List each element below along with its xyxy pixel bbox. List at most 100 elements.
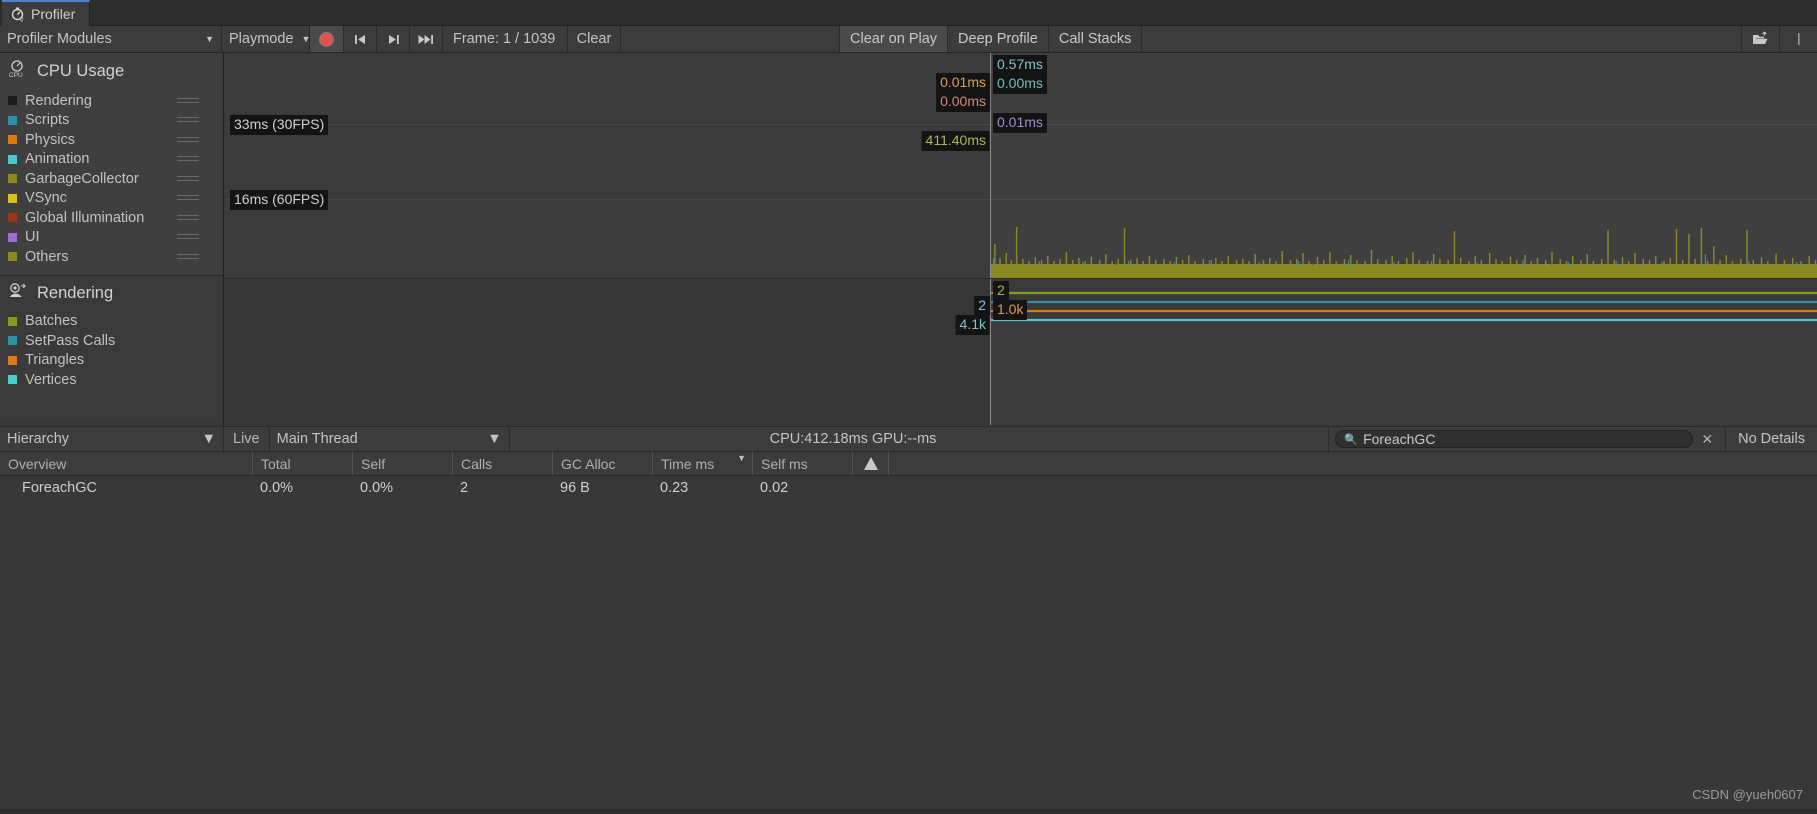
next-frame-button[interactable] [377,26,410,52]
color-swatch [8,115,17,125]
cell-name: ForeachGC [22,480,97,496]
tab-strip: Q Profiler [0,0,1817,26]
cell-time-ms: 0.23 [660,480,689,496]
color-swatch [8,316,17,326]
counter-animation[interactable]: Animation [0,150,223,170]
close-icon[interactable]: ✕ [1701,431,1713,448]
hierarchy-toolbar: Hierarchy ▼ Live Main Thread ▼ CPU:412.1… [0,426,1817,452]
hierarchy-table: Overview Total Self Calls GC Alloc Time … [0,452,1817,814]
counter-global-illumination[interactable]: Global Illumination [0,208,223,228]
column-header-self[interactable]: Self [352,452,452,475]
column-header-total[interactable]: Total [252,452,352,475]
counter-rendering[interactable]: Rendering [0,91,223,111]
counter-garbagecollector[interactable]: GarbageCollector [0,169,223,189]
table-row[interactable]: ForeachGC 0.0% 0.0% 2 96 B 0.23 0.02 [0,476,1817,500]
color-swatch [8,375,17,385]
cell-gc-alloc: 96 B [560,480,590,496]
record-button[interactable] [310,26,344,52]
svg-text:Q: Q [20,17,24,22]
drag-handle-icon[interactable] [177,136,199,143]
color-swatch [8,193,17,203]
column-header-calls[interactable]: Calls [452,452,552,475]
record-icon [319,31,334,47]
column-header-overview[interactable]: Overview [0,452,252,475]
counter-batches[interactable]: Batches [0,312,223,332]
cell-total: 0.0% [260,480,294,496]
details-panel-label[interactable]: No Details [1725,427,1817,451]
counter-label: Vertices [25,371,77,388]
toolbar-menu-button[interactable] [1779,26,1817,52]
live-toggle[interactable]: Live [224,427,270,451]
column-header-time-ms-label: Time ms [661,455,715,472]
rendering-chart[interactable]: 2 4.1k 2 1.0k [225,279,1817,425]
counter-scripts[interactable]: Scripts [0,111,223,131]
module-section-rendering[interactable]: Rendering Batches SetPass Calls Triangle… [0,274,223,421]
first-frame-button[interactable] [344,26,377,52]
hierarchy-toolbar-spacer: CPU:412.18ms GPU:--ms [510,427,1329,451]
render-left-value-setpass: 2 [974,296,990,316]
chevron-down-icon: ▼ [205,33,214,44]
module-header-rendering: Rendering [0,276,223,312]
counter-physics[interactable]: Physics [0,130,223,150]
drag-handle-icon[interactable] [177,175,199,182]
thread-label: Main Thread [276,431,358,447]
profiler-modules-dropdown[interactable]: Profiler Modules ▼ [0,26,222,52]
render-right-value-batches: 2 [993,281,1009,301]
color-swatch [8,252,17,262]
counter-others[interactable]: Others [0,247,223,267]
hierarchy-view-dropdown[interactable]: Hierarchy ▼ [0,427,224,451]
svg-text:CPU: CPU [9,72,23,79]
counter-vertices[interactable]: Vertices [0,370,223,390]
column-header-self-ms[interactable]: Self ms [752,452,852,475]
module-section-cpu[interactable]: CPU CPU Usage Rendering Scripts Physics [0,53,223,275]
drag-handle-icon[interactable] [177,234,199,240]
table-header-row: Overview Total Self Calls GC Alloc Time … [0,452,1817,476]
render-right-value-triangles: 1.0k [993,300,1028,320]
cpu-right-value-animation: 0.00ms [993,74,1047,94]
deep-profile-toggle[interactable]: Deep Profile [948,26,1049,52]
search-value: ForeachGC [1363,431,1436,447]
counter-ui[interactable]: UI [0,228,223,248]
color-swatch [8,232,17,242]
cpu-icon: CPU [8,59,28,84]
counter-label: Animation [25,151,90,168]
cell-self-ms: 0.02 [760,480,789,496]
column-header-gc-alloc[interactable]: GC Alloc [552,452,652,475]
thread-dropdown[interactable]: Main Thread ▼ [270,427,510,451]
save-profile-button[interactable] [1741,26,1779,52]
drag-handle-icon[interactable] [177,195,199,201]
sort-caret-icon: ▼ [737,453,746,463]
drag-handle-icon[interactable] [177,97,199,104]
tab-profiler[interactable]: Q Profiler [2,0,91,26]
clear-button[interactable]: Clear [568,26,621,52]
clear-on-play-toggle[interactable]: Clear on Play [840,26,949,52]
render-left-value-vertices: 4.1k [955,315,990,335]
counter-setpass-calls[interactable]: SetPass Calls [0,331,223,351]
color-swatch [8,154,17,164]
module-header-cpu: CPU CPU Usage [0,53,223,91]
cpu-right-value-ui: 0.01ms [993,113,1047,133]
color-swatch [8,174,17,184]
drag-handle-icon[interactable] [177,253,199,260]
drag-handle-icon[interactable] [177,156,199,162]
call-stacks-toggle[interactable]: Call Stacks [1048,26,1143,52]
sort-ascending-icon [863,457,878,470]
rendering-icon [8,282,28,305]
playmode-dropdown[interactable]: Playmode ▼ [222,26,310,52]
search-input[interactable]: 🔍 ForeachGC [1335,430,1694,448]
profiler-modules-label: Profiler Modules [7,31,112,47]
search-area: 🔍 ForeachGC ✕ [1328,427,1725,451]
counter-triangles[interactable]: Triangles [0,351,223,371]
profiler-window: Q Profiler Profiler Modules ▼ Playmode ▼ [0,0,1817,814]
column-header-time-ms[interactable]: Time ms ▼ [652,452,752,475]
counter-vsync[interactable]: VSync [0,189,223,209]
hierarchy-view-label: Hierarchy [7,431,70,447]
counter-label: Batches [25,313,78,330]
column-header-sort-toggle[interactable] [852,452,888,475]
drag-handle-icon[interactable] [177,117,199,123]
drag-handle-icon[interactable] [177,214,199,221]
cpu-usage-chart[interactable]: 33ms (30FPS) 16ms (60FPS) 0.01ms 0.00ms … [225,53,1817,279]
cpu-left-value-total: 411.40ms [921,131,990,151]
counter-label: Global Illumination [25,209,145,226]
last-frame-button[interactable] [410,26,443,52]
